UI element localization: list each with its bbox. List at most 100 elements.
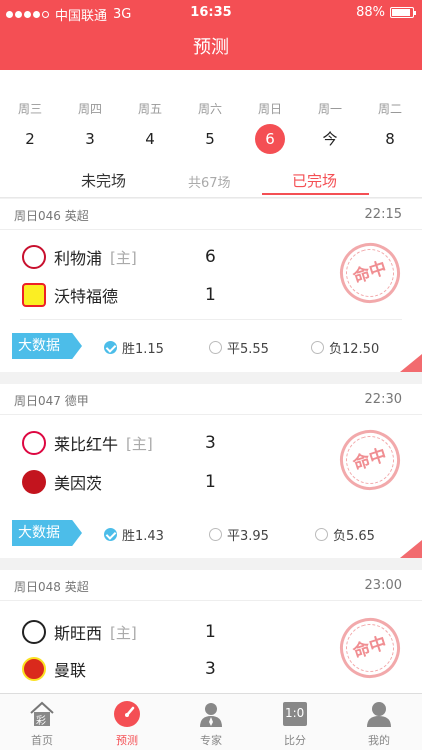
divider xyxy=(20,319,402,320)
tab-home[interactable]: 彩 首页 xyxy=(12,700,72,748)
day-week: 周五 xyxy=(137,102,162,116)
day-number: 2 xyxy=(25,130,35,148)
day-number: 5 xyxy=(205,130,215,148)
tab-unfinished[interactable]: 未完场 xyxy=(81,170,126,191)
odds-win[interactable]: 胜1.43 xyxy=(104,525,164,544)
checked-icon xyxy=(104,528,117,541)
leipzig-logo-icon xyxy=(22,431,46,455)
odds-draw[interactable]: 平5.55 xyxy=(209,338,269,357)
manutd-logo-icon xyxy=(22,657,46,681)
match-time: 22:15 xyxy=(364,207,402,222)
away-score: 1 xyxy=(205,285,216,305)
odds-draw-label: 平5.55 xyxy=(227,342,269,357)
home-icon-char: 彩 xyxy=(36,716,46,727)
scoreboard-icon: 1:0 xyxy=(281,700,309,728)
expert-icon xyxy=(197,700,225,728)
match-header: 周日046 英超 xyxy=(14,209,89,223)
odds-lose-label: 负12.50 xyxy=(329,342,380,357)
radio-icon xyxy=(209,528,222,541)
odds-lose-label: 负5.65 xyxy=(333,529,375,544)
tab-predict-label: 预测 xyxy=(116,734,138,747)
match-status-tabs: 未完场 共67场 已完场 xyxy=(0,162,422,198)
corner-marker xyxy=(400,540,422,558)
day-number-selected: 6 xyxy=(255,124,285,154)
home-team: 莱比红牛 [主] xyxy=(22,429,153,457)
tab-mine[interactable]: 我的 xyxy=(349,700,409,748)
away-score: 3 xyxy=(205,659,216,679)
day-item-2[interactable]: 周五 4 xyxy=(128,100,172,154)
day-week: 周一 xyxy=(317,102,342,116)
hit-stamp: 命中 xyxy=(332,610,408,686)
day-number: 3 xyxy=(85,130,95,148)
odds-lose[interactable]: 负5.65 xyxy=(315,525,375,544)
match-card-1[interactable]: 周日046 英超 22:15 利物浦 [主] 6 沃特福德 1 命中 大数据 胜… xyxy=(0,199,422,372)
day-week: 周六 xyxy=(197,102,222,116)
day-week: 周日 xyxy=(257,102,282,116)
tab-expert[interactable]: 专家 xyxy=(181,700,241,748)
home-team-name: 莱比红牛 xyxy=(54,435,119,454)
home-score: 6 xyxy=(205,247,216,267)
liverpool-logo-icon xyxy=(22,245,46,269)
match-time: 22:30 xyxy=(364,392,402,407)
day-item-5[interactable]: 周一 今 xyxy=(308,100,352,154)
away-team-name: 美因茨 xyxy=(54,474,103,493)
divider xyxy=(0,229,422,230)
radio-icon xyxy=(315,528,328,541)
odds-draw[interactable]: 平3.95 xyxy=(209,525,269,544)
day-item-1[interactable]: 周四 3 xyxy=(68,100,112,154)
home-tag: [主] xyxy=(126,434,153,453)
tab-active-indicator xyxy=(262,193,369,195)
odds-lose[interactable]: 负12.50 xyxy=(311,338,379,357)
day-number: 8 xyxy=(385,130,395,148)
home-tag: [主] xyxy=(110,248,137,267)
hit-stamp: 命中 xyxy=(332,235,408,311)
away-team: 美因茨 xyxy=(22,468,102,496)
odds-win-label: 胜1.15 xyxy=(122,342,164,357)
tab-predict[interactable]: 预测 xyxy=(97,700,157,748)
match-count: 共67场 xyxy=(188,176,231,191)
user-icon xyxy=(365,700,393,728)
day-week: 周三 xyxy=(17,102,42,116)
big-data-label: 大数据 xyxy=(12,333,82,359)
predict-gauge-icon xyxy=(113,700,141,728)
home-team-name: 利物浦 xyxy=(54,249,103,268)
bottom-tab-bar: 彩 首页 预测 专家 1:0 比分 我的 xyxy=(0,693,422,750)
tab-finished[interactable]: 已完场 xyxy=(292,170,337,191)
divider xyxy=(0,600,422,601)
day-item-4[interactable]: 周日 6 xyxy=(248,100,292,154)
day-item-0[interactable]: 周三 2 xyxy=(8,100,52,154)
match-time: 23:00 xyxy=(364,578,402,593)
away-team: 沃特福德 xyxy=(22,281,118,309)
home-icon: 彩 xyxy=(28,700,56,728)
radio-icon xyxy=(311,341,324,354)
watford-logo-icon xyxy=(22,283,46,307)
match-header: 周日047 德甲 xyxy=(14,394,89,408)
away-team: 曼联 xyxy=(22,655,86,683)
home-team: 利物浦 [主] xyxy=(22,243,137,271)
match-card-2[interactable]: 周日047 德甲 22:30 莱比红牛 [主] 3 美因茨 1 命中 大数据 胜… xyxy=(0,384,422,558)
tab-score[interactable]: 1:0 比分 xyxy=(265,700,325,748)
tab-score-label: 比分 xyxy=(284,734,306,747)
status-bar: 中国联通 3G 16:35 88% xyxy=(0,0,422,26)
day-number: 今 xyxy=(322,130,338,148)
score-icon-char: 1:0 xyxy=(285,706,305,720)
status-right: 88% xyxy=(356,5,416,20)
match-card-3[interactable]: 周日048 英超 23:00 斯旺西 [主] 1 曼联 3 命中 xyxy=(0,570,422,693)
home-score: 1 xyxy=(205,622,216,642)
day-item-3[interactable]: 周六 5 xyxy=(188,100,232,154)
odds-draw-label: 平3.95 xyxy=(227,529,269,544)
mainz-logo-icon xyxy=(22,470,46,494)
home-team: 斯旺西 [主] xyxy=(22,618,137,646)
day-item-6[interactable]: 周二 8 xyxy=(368,100,412,154)
tab-mine-label: 我的 xyxy=(368,734,390,747)
swansea-logo-icon xyxy=(22,620,46,644)
tab-expert-label: 专家 xyxy=(200,734,222,747)
day-week: 周二 xyxy=(377,102,402,116)
odds-win[interactable]: 胜1.15 xyxy=(104,338,164,357)
home-tag: [主] xyxy=(110,623,137,642)
tab-home-label: 首页 xyxy=(31,734,53,747)
date-selector: 周三 2 周四 3 周五 4 周六 5 周日 6 周一 今 周二 8 xyxy=(0,70,422,162)
battery-icon xyxy=(390,7,416,18)
day-number: 4 xyxy=(145,130,155,148)
day-week: 周四 xyxy=(77,102,102,116)
